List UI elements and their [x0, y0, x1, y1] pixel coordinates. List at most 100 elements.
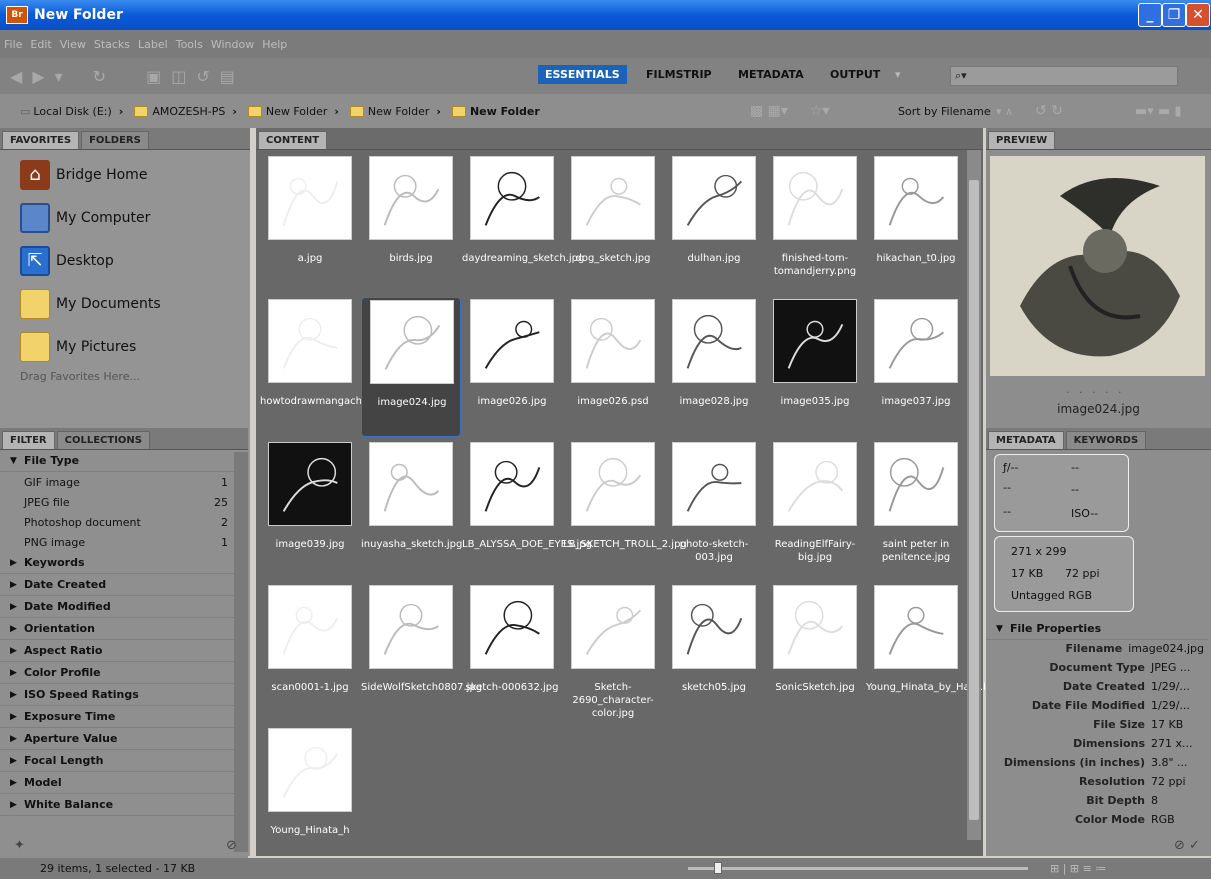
- filter-group[interactable]: ▶ Orientation: [0, 618, 248, 640]
- thumbnail-item[interactable]: howtodrawmangacha...be0e.gif: [260, 297, 418, 437]
- filter-group[interactable]: ▶ Aperture Value: [0, 728, 248, 750]
- sort-dropdown[interactable]: Sort by Filename: [898, 105, 991, 118]
- workspace-metadata[interactable]: METADATA: [738, 68, 804, 81]
- thumbnail-size-slider[interactable]: [688, 862, 1028, 874]
- filter-group[interactable]: ▶ ISO Speed Ratings: [0, 684, 248, 706]
- tab-preview[interactable]: PREVIEW: [988, 131, 1056, 149]
- sort-order-icon[interactable]: ▾ ∧: [996, 105, 1013, 118]
- favorite-my-pictures[interactable]: My Pictures: [0, 325, 248, 368]
- breadcrumb-new-folder-2[interactable]: New Folder: [368, 105, 429, 118]
- thumbnail-item[interactable]: photo-sketch-003.jpg: [664, 440, 764, 580]
- folder-actions-icon[interactable]: ▬▾ ▬ ▮: [1135, 104, 1182, 119]
- favorite-desktop[interactable]: ⇱ Desktop: [0, 239, 248, 282]
- menu-tools[interactable]: Tools: [176, 38, 203, 51]
- thumbnail-item[interactable]: hikachan_t0.jpg: [866, 154, 966, 294]
- favorite-my-computer[interactable]: My Computer: [0, 196, 248, 239]
- thumbnail-item[interactable]: image026.psd: [563, 297, 663, 437]
- close-button[interactable]: ✕: [1186, 3, 1210, 27]
- workspace-dropdown-icon[interactable]: ▾: [895, 68, 901, 81]
- open-in-camera-raw-icon[interactable]: ▤: [220, 67, 235, 86]
- workspace-filmstrip[interactable]: FILMSTRIP: [646, 68, 712, 81]
- menu-stacks[interactable]: Stacks: [94, 38, 130, 51]
- forward-icon[interactable]: ▶: [32, 67, 44, 86]
- favorite-my-documents[interactable]: My Documents: [0, 282, 248, 325]
- thumbnail-item[interactable]: dog_sketch.jpg: [563, 154, 663, 294]
- metadata-clear-icon[interactable]: ⊘ ✓: [1174, 838, 1200, 853]
- tab-content[interactable]: CONTENT: [258, 131, 328, 149]
- tab-folders[interactable]: FOLDERS: [81, 131, 149, 149]
- content-scrollbar[interactable]: [967, 150, 981, 840]
- menu-label[interactable]: Label: [138, 38, 168, 51]
- menu-window[interactable]: Window: [211, 38, 254, 51]
- filter-group[interactable]: ▶ Aspect Ratio: [0, 640, 248, 662]
- minimize-button[interactable]: _: [1138, 3, 1162, 27]
- file-properties-header[interactable]: ▼ File Properties: [986, 618, 1208, 640]
- filter-group[interactable]: ▶ Date Created: [0, 574, 248, 596]
- thumbnail-item[interactable]: LB_ALYSSA_DOE_EYES.jpg: [462, 440, 592, 580]
- filter-scrollbar[interactable]: [234, 452, 248, 852]
- filter-group[interactable]: ▶ Date Modified: [0, 596, 248, 618]
- maximize-button[interactable]: ❐: [1162, 3, 1186, 27]
- back-icon[interactable]: ◀: [10, 67, 22, 86]
- camera-icon[interactable]: ▣: [146, 67, 161, 86]
- workspace-output[interactable]: OUTPUT: [830, 68, 880, 81]
- thumbnail-item[interactable]: a.jpg: [260, 154, 360, 294]
- filter-group[interactable]: ▶ Exposure Time: [0, 706, 248, 728]
- breadcrumb-current-folder[interactable]: New Folder: [470, 105, 540, 118]
- reveal-recent-icon[interactable]: ↻: [93, 67, 106, 86]
- filter-item[interactable]: JPEG file 25: [0, 492, 248, 512]
- thumbnail-item[interactable]: image024.jpg: [361, 297, 461, 437]
- thumbnail-item[interactable]: SideWolfSketch0807.jpg: [361, 583, 482, 723]
- tab-metadata[interactable]: METADATA: [988, 431, 1064, 449]
- thumbnail-item[interactable]: ReadingElfFairy-big.jpg: [765, 440, 865, 580]
- thumbnail-item[interactable]: image039.jpg: [260, 440, 360, 580]
- menu-edit[interactable]: Edit: [30, 38, 51, 51]
- breadcrumb-new-folder-1[interactable]: New Folder: [266, 105, 327, 118]
- thumbnail-item[interactable]: daydreaming_sketch.jpg: [462, 154, 584, 294]
- thumbnail-item[interactable]: scan0001-1.jpg: [260, 583, 360, 723]
- thumbnail-item[interactable]: saint peter in penitence.jpg: [866, 440, 966, 580]
- thumbnail-item[interactable]: finished-tom-tomandjerry.png: [765, 154, 865, 294]
- rotate-icon[interactable]: ↺: [196, 67, 209, 86]
- breadcrumb-amozesh-ps[interactable]: AMOZESH-PS: [152, 105, 225, 118]
- thumbnail-item[interactable]: image026.jpg: [462, 297, 562, 437]
- filter-group[interactable]: ▶ Color Profile: [0, 662, 248, 684]
- thumbnail-item[interactable]: dulhan.jpg: [664, 154, 764, 294]
- tab-keywords[interactable]: KEYWORDS: [1065, 431, 1147, 449]
- thumbnail-quality-icon[interactable]: ▩ ▦▾: [750, 103, 788, 119]
- tab-collections[interactable]: COLLECTIONS: [56, 431, 150, 449]
- filter-item[interactable]: Photoshop document 2: [0, 512, 248, 532]
- clear-filter-icon[interactable]: ⊘: [226, 838, 237, 853]
- rotate-buttons-icon[interactable]: ↺ ↻: [1035, 103, 1063, 119]
- scroll-thumb[interactable]: [969, 180, 979, 820]
- preview-image[interactable]: [990, 156, 1205, 376]
- filter-group[interactable]: ▶ White Balance: [0, 794, 248, 816]
- menu-view[interactable]: View: [60, 38, 86, 51]
- filter-group-file-type[interactable]: ▼ File Type: [0, 450, 248, 472]
- thumbnail-item[interactable]: Young_Hinata_h: [260, 726, 360, 866]
- view-mode-icons[interactable]: ⊞ | ⊞ ≡ ≔: [1050, 862, 1106, 875]
- thumbnail-item[interactable]: image035.jpg: [765, 297, 865, 437]
- filter-group[interactable]: ▶ Focal Length: [0, 750, 248, 772]
- favorite-bridge-home[interactable]: ⌂ Bridge Home: [0, 153, 248, 196]
- thumbnail-item[interactable]: sketch-000632.jpg: [462, 583, 562, 723]
- thumbnail-item[interactable]: birds.jpg: [361, 154, 461, 294]
- workspace-essentials[interactable]: ESSENTIALS: [538, 65, 627, 84]
- thumbnail-item[interactable]: image037.jpg: [866, 297, 966, 437]
- thumbnail-item[interactable]: LB_SKETCH_TROLL_2.jpg: [563, 440, 687, 580]
- tab-favorites[interactable]: FAVORITES: [2, 131, 80, 149]
- thumbnail-item[interactable]: SonicSketch.jpg: [765, 583, 865, 723]
- search-field[interactable]: ⌕▾: [950, 66, 1178, 86]
- slider-thumb[interactable]: [714, 862, 722, 874]
- refine-icon[interactable]: ◫: [171, 67, 186, 86]
- filter-group[interactable]: ▶ Keywords: [0, 552, 248, 574]
- filter-item[interactable]: GIF image 1: [0, 472, 248, 492]
- thumbnail-item[interactable]: Sketch-2690_character-color.jpg: [563, 583, 663, 723]
- rating-filter-icon[interactable]: ☆▾: [810, 103, 830, 119]
- thumbnail-item[interactable]: image028.jpg: [664, 297, 764, 437]
- thumbnail-item[interactable]: Young_Hinata_by_Hat...lley.jpg: [866, 583, 1018, 723]
- menu-help[interactable]: Help: [262, 38, 287, 51]
- menu-file[interactable]: File: [4, 38, 22, 51]
- thumbnail-item[interactable]: inuyasha_sketch.jpg: [361, 440, 462, 580]
- filter-item[interactable]: PNG image 1: [0, 532, 248, 552]
